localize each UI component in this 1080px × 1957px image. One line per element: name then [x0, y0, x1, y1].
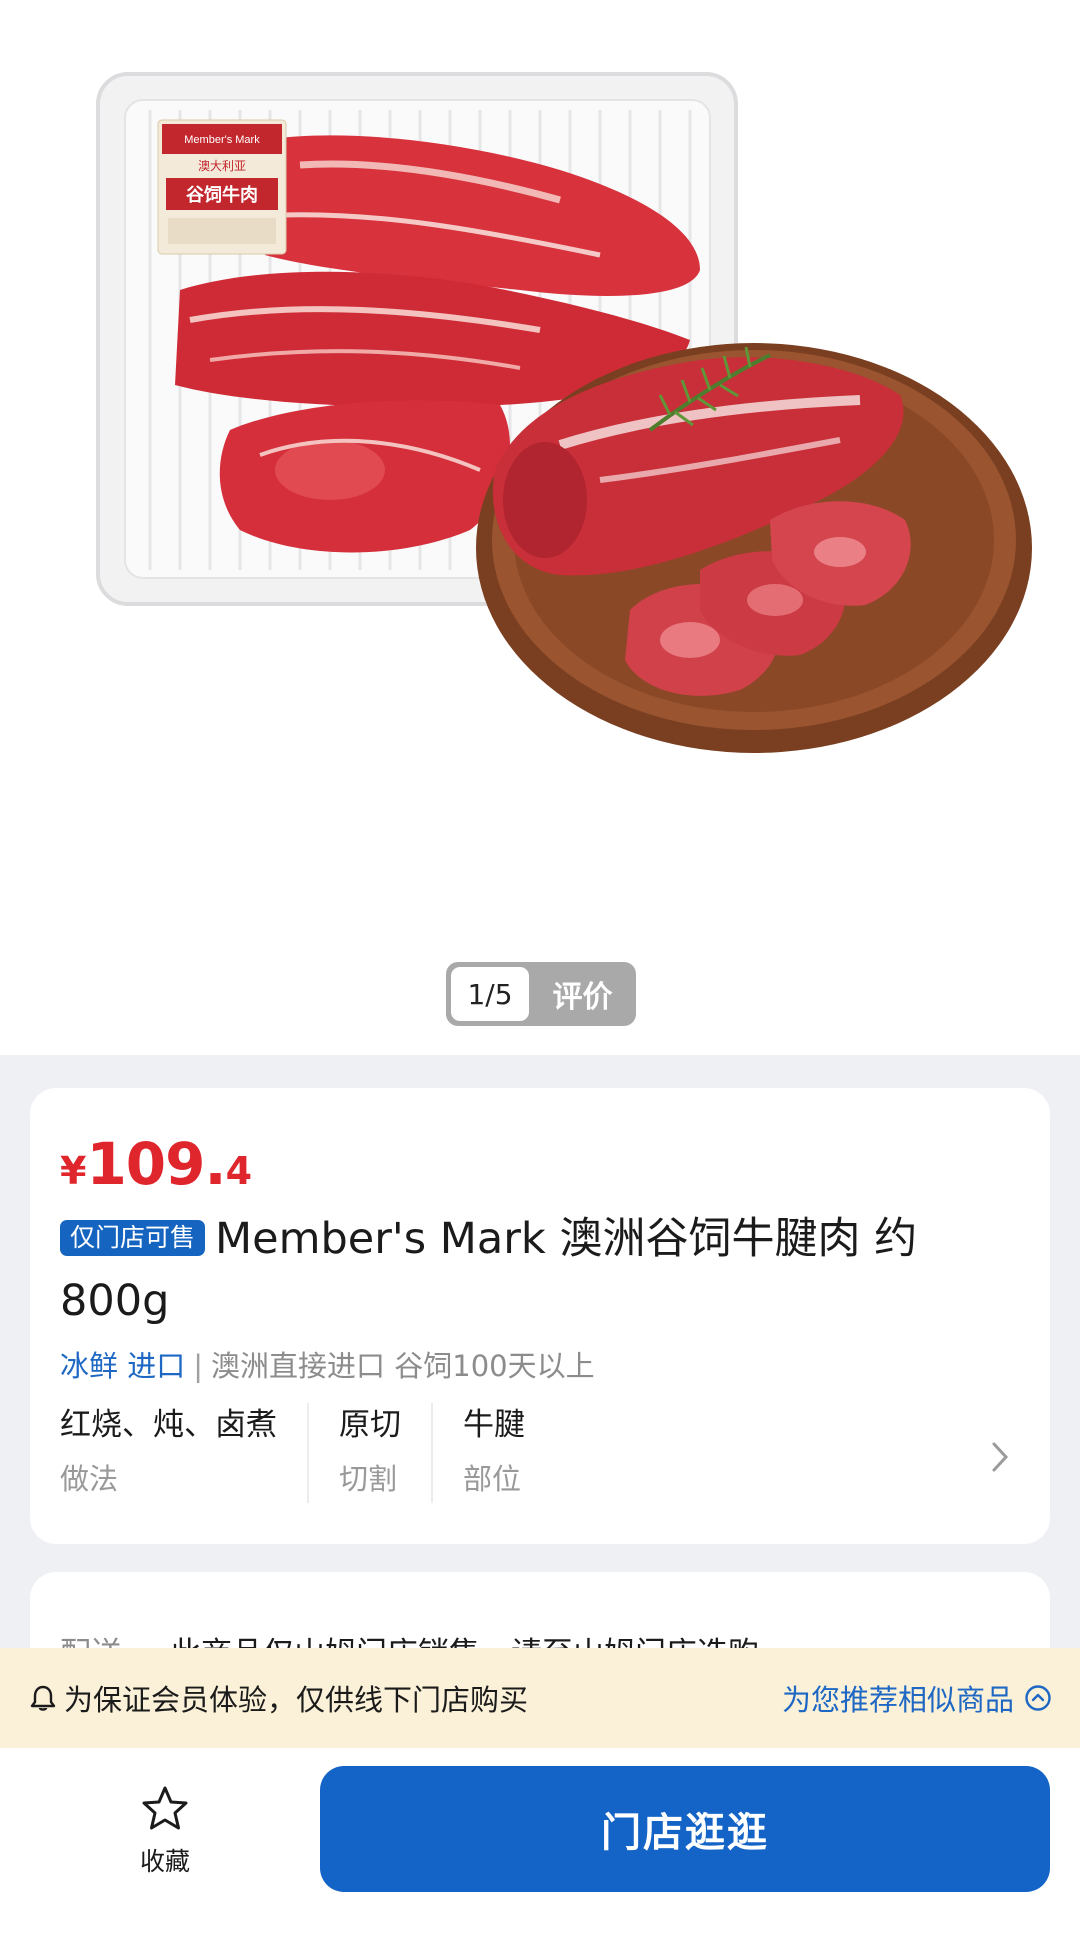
- favorite-button[interactable]: 收藏: [115, 1784, 215, 1878]
- chevron-right-icon[interactable]: [990, 1440, 1010, 1483]
- attr-separator: |: [193, 1349, 204, 1383]
- star-icon: [139, 1786, 191, 1838]
- property-part: 牛腱 部位: [431, 1403, 555, 1503]
- image-pager[interactable]: 1/5 评价: [446, 962, 636, 1026]
- similar-products-link[interactable]: 为您推荐相似商品: [782, 1677, 1014, 1719]
- bell-icon: [30, 1684, 56, 1712]
- price-currency: ¥: [60, 1149, 87, 1193]
- property-value: 牛腱: [463, 1407, 525, 1443]
- store-only-badge: 仅门店可售: [60, 1220, 206, 1256]
- property-value: 红烧、炖、卤煮: [60, 1407, 277, 1443]
- visit-store-button[interactable]: 门店逛逛: [320, 1766, 1050, 1892]
- product-attributes: 冰鲜 进口 | 澳洲直接进口 谷饲100天以上: [60, 1343, 595, 1385]
- attr-detail: 澳洲直接进口 谷饲100天以上: [211, 1349, 595, 1383]
- notice-bar: 为保证会员体验，仅供线下门店购买 为您推荐相似商品: [0, 1648, 1080, 1748]
- reviews-tab[interactable]: 评价: [529, 972, 636, 1016]
- product-info-card: ¥109.4 仅门店可售 Member's Mark 澳洲谷饲牛腱肉 约800g …: [30, 1088, 1050, 1544]
- property-cut: 原切 切割: [307, 1403, 431, 1503]
- property-key: 部位: [463, 1462, 522, 1496]
- favorite-label: 收藏: [139, 1847, 190, 1876]
- package-label: Member's Mark 澳大利亚 谷饲牛肉: [157, 119, 287, 255]
- product-image-gallery[interactable]: Member's Mark 澳大利亚 谷饲牛肉 1/5 评价: [0, 0, 1080, 1055]
- property-key: 切割: [339, 1462, 398, 1496]
- bottom-action-bar: 收藏 门店逛逛: [0, 1748, 1080, 1957]
- attr-imported: 进口: [127, 1349, 186, 1383]
- product-title: 仅门店可售 Member's Mark 澳洲谷饲牛腱肉 约800g: [60, 1208, 1020, 1332]
- product-photo: Member's Mark 澳大利亚 谷饲牛肉: [96, 72, 1032, 753]
- attr-chilled: 冰鲜: [60, 1349, 119, 1383]
- price-decimal: 4: [225, 1149, 253, 1193]
- svg-text:Member's Mark: Member's Mark: [184, 134, 260, 146]
- image-counter[interactable]: 1/5: [451, 967, 529, 1021]
- chevron-up-circle-icon[interactable]: [1024, 1684, 1052, 1712]
- svg-text:谷饲牛肉: 谷饲牛肉: [186, 184, 258, 206]
- property-cooking-method: 红烧、炖、卤煮 做法: [60, 1403, 307, 1503]
- property-key: 做法: [60, 1462, 119, 1496]
- product-properties[interactable]: 红烧、炖、卤煮 做法 原切 切割 牛腱 部位: [60, 1403, 1020, 1503]
- notice-message: 为保证会员体验，仅供线下门店购买: [64, 1683, 529, 1717]
- svg-text:澳大利亚: 澳大利亚: [198, 159, 246, 173]
- property-value: 原切: [339, 1407, 401, 1443]
- price: ¥109.4: [60, 1130, 252, 1198]
- price-integer: 109.: [86, 1130, 226, 1198]
